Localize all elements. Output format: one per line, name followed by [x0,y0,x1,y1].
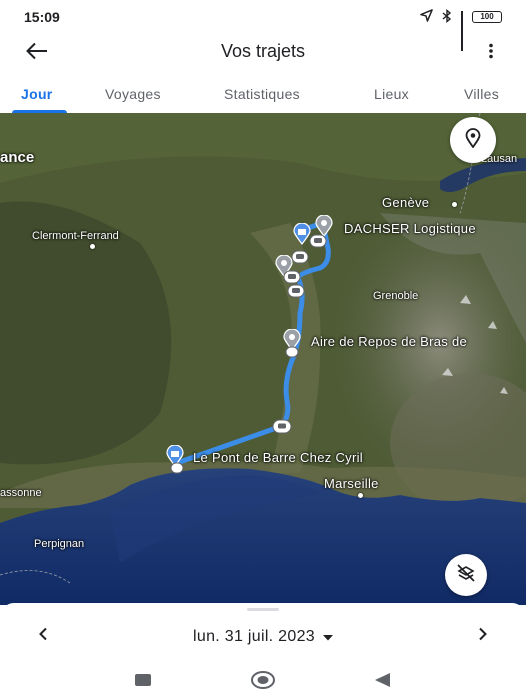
my-location-button[interactable] [450,117,496,163]
recents-button[interactable] [131,672,155,692]
previous-day-button[interactable] [33,625,53,647]
tab-lieux[interactable]: Lieux [374,86,409,102]
app-bar: Vos trajets [0,34,526,72]
more-vert-icon [489,43,493,64]
place-label-aire[interactable]: Aire de Repos de Bras de [311,334,467,349]
bluetooth-icon [442,8,452,26]
layers-toggle-button[interactable] [445,554,487,596]
battery-icon: 100 [472,11,502,23]
car-marker-icon[interactable] [272,419,292,439]
system-navigation-bar [0,665,526,700]
tab-jour[interactable]: Jour [21,86,53,102]
more-options-button[interactable] [484,40,498,66]
city-dot-clermont [90,244,95,249]
car-marker-icon[interactable] [285,345,299,363]
car-marker-icon[interactable] [287,284,305,303]
place-label-pont[interactable]: Le Pont de Barre Chez Cyril [193,450,363,465]
map-label-clermont: Clermont-Ferrand [32,230,119,242]
page-title: Vos trajets [220,41,306,61]
home-button[interactable] [251,670,275,695]
map-label-grenoble: Grenoble [373,290,419,302]
map-label-marseille: Marseille [324,476,379,491]
next-day-button[interactable] [473,625,493,647]
tab-villes[interactable]: Villes [464,86,499,102]
city-dot-geneve [452,202,457,207]
triangle-back-icon [373,672,391,693]
tab-voyages[interactable]: Voyages [105,86,161,102]
map-view[interactable]: ance Clermont-Ferrand Genève Lausan Gren… [0,113,526,605]
map-label-perpignan: Perpignan [34,538,85,550]
place-label-dachser[interactable]: DACHSER Logistique [344,221,476,236]
status-time: 15:09 [24,9,60,25]
map-label-carcassonne: assonne [0,487,42,499]
date-bottom-sheet: lun. 31 juil. 2023 [0,603,526,665]
tab-bar: Jour Voyages Statistiques Lieux Villes [0,80,526,113]
signal-icon [460,11,463,51]
status-bar: 15:09 100 [0,0,526,51]
location-icon [419,9,433,25]
square-icon [134,673,152,692]
drag-handle[interactable] [247,608,279,611]
date-selector[interactable]: lun. 31 juil. 2023 [150,625,376,649]
map-label-france: ance [0,149,35,166]
selected-date: lun. 31 juil. 2023 [193,628,315,645]
route-line [174,220,331,466]
car-marker-icon[interactable] [170,461,184,479]
layers-off-icon [456,563,476,588]
car-marker-icon[interactable] [291,250,309,269]
chevron-right-icon [478,627,488,646]
tab-statistiques[interactable]: Statistiques [224,86,300,102]
city-dot-marseille [358,493,363,498]
circle-icon [251,670,275,695]
dropdown-arrow-icon [322,628,333,646]
map-label-geneve: Genève [382,195,430,210]
system-back-button[interactable] [370,672,394,692]
car-marker-icon[interactable] [309,234,327,253]
location-pin-icon [465,127,481,153]
status-icons: 100 [419,8,502,51]
chevron-left-icon [38,627,48,646]
